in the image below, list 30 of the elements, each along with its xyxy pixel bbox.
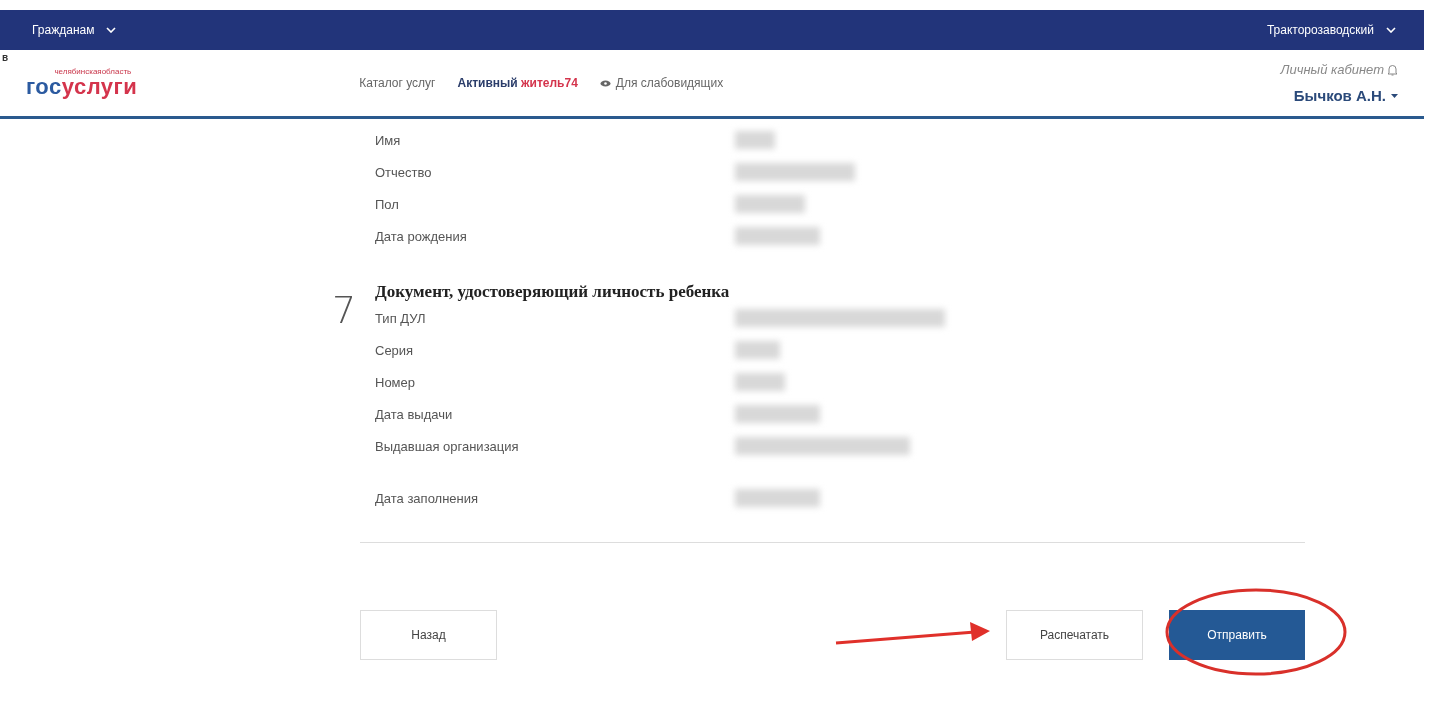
cabinet-link[interactable]: Личный кабинет	[1280, 62, 1398, 77]
catalog-link[interactable]: Каталог услуг	[359, 76, 436, 90]
field-label: Серия	[375, 342, 415, 358]
field-label: Дата выдачи	[375, 406, 454, 422]
field-label: Номер	[375, 374, 416, 390]
field-label: Отчество	[375, 164, 433, 180]
field-label: Тип ДУЛ	[375, 310, 427, 326]
chevron-icon	[1386, 27, 1396, 33]
field-label: Дата заполнения	[375, 490, 480, 506]
field-label: Имя	[375, 132, 402, 148]
active-citizen-link[interactable]: Активный житель74	[457, 76, 578, 90]
eye-icon	[599, 79, 611, 87]
user-menu[interactable]: Бычков А.Н.	[1293, 87, 1398, 104]
bell-icon	[1387, 63, 1398, 76]
edge-mark: в	[2, 52, 9, 63]
field-label: Выдавшая организация	[375, 438, 520, 454]
field-label: Пол	[375, 196, 400, 212]
logo-region: челябинскаяобласть	[54, 66, 132, 76]
print-button[interactable]: Распечатать	[1006, 610, 1143, 660]
send-button[interactable]: Отправить	[1169, 610, 1305, 660]
section-title: Документ, удостоверяющий личность ребенка	[375, 282, 731, 302]
section-number: 7	[332, 288, 357, 332]
logo[interactable]: госуслуги	[26, 73, 138, 100]
caret-icon	[1391, 93, 1398, 98]
region-menu[interactable]: Тракторозаводский	[1266, 23, 1396, 37]
citizens-menu[interactable]: Гражданам	[32, 23, 117, 37]
chevron-icon	[106, 27, 117, 33]
low-vision-link[interactable]: Для слабовидящих	[615, 76, 724, 90]
back-button[interactable]: Назад	[360, 610, 497, 660]
field-label: Дата рождения	[375, 228, 468, 244]
